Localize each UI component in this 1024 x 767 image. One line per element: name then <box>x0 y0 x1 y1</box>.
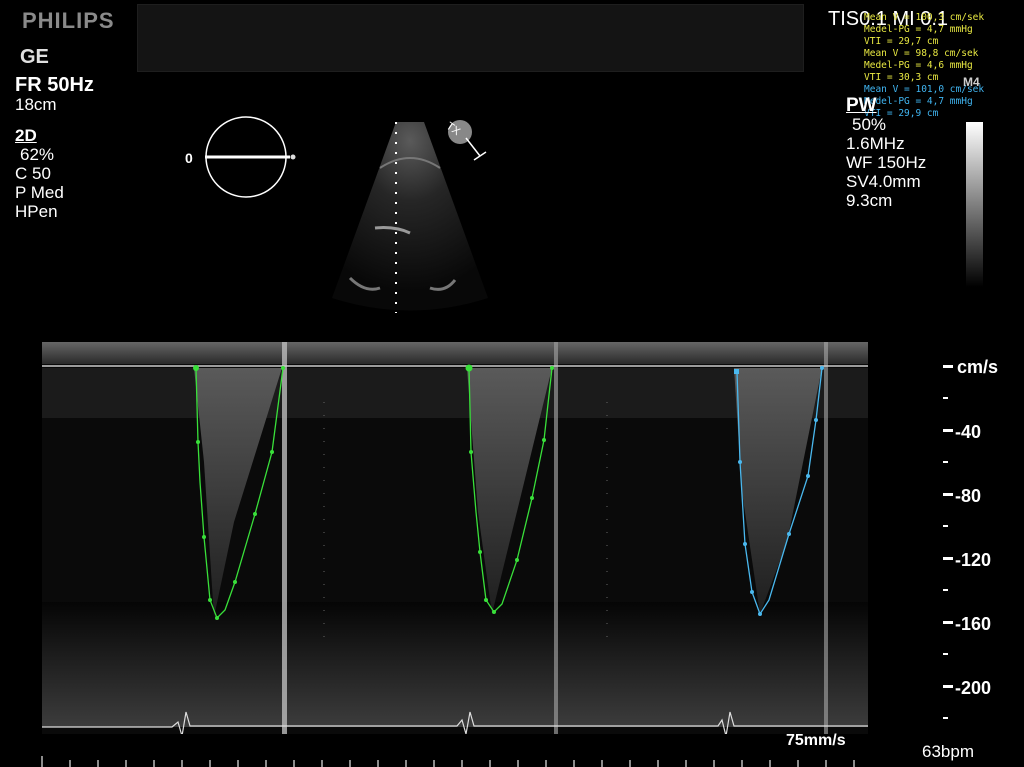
pw-frequency-label: 1.6MHz <box>846 134 905 153</box>
top-info-bar <box>137 4 804 72</box>
gate-depth-label: 9.3cm <box>846 191 893 210</box>
axis-label-200: -200 <box>955 678 991 698</box>
measurement-1-vti: VTI = 29,7 cm <box>864 36 939 47</box>
pw-gain-label: 50% <box>852 115 887 134</box>
wall-filter-label: WF 150Hz <box>846 153 927 172</box>
mode-2d-label: 2D <box>15 126 37 145</box>
left-parameter-panel: FR 50Hz 18cm 2D 62% C 50 P Med HPen <box>15 74 94 221</box>
measurement-1-mean-v: Mean V = 100,3 cm/sek <box>864 12 985 23</box>
harmonic-label: HPen <box>15 202 58 221</box>
axis-label-80: -80 <box>955 486 981 506</box>
axis-label-120: -120 <box>955 550 991 570</box>
measurement-2-mean-v: Mean V = 98,8 cm/sek <box>864 48 979 59</box>
axis-unit-label: cm/s <box>957 357 998 377</box>
probe-orientation-icon: 0 <box>185 116 296 198</box>
gain-2d-label: 62% <box>20 145 55 164</box>
brand-sub-label: GE <box>20 46 49 68</box>
axis-label-40: -40 <box>955 422 981 442</box>
power-label: P Med <box>15 183 64 202</box>
measurement-1-medel-pg: Medel-PG = 4,7 mmHg <box>864 24 973 35</box>
time-tick-scale <box>41 756 855 767</box>
tx-marker-icon: TX <box>444 120 487 161</box>
measurement-3-mean-v: Mean V = 101,0 cm/sek <box>864 84 985 95</box>
measurement-2-medel-pg: Medel-PG = 4,6 mmHg <box>864 60 973 71</box>
axis-label-160: -160 <box>955 614 991 634</box>
doppler-spectrum <box>42 342 868 734</box>
compress-label: C 50 <box>15 164 51 183</box>
sample-volume-label: SV4.0mm <box>846 172 921 191</box>
measurement-2-vti: VTI = 30,3 cm <box>864 72 939 83</box>
mode-pw-label: PW <box>846 95 877 116</box>
brand-logo: PHILIPS <box>22 8 115 33</box>
depth-label: 18cm <box>15 95 57 114</box>
m4-label: M4 <box>963 75 980 89</box>
sweep-speed-label: 75mm/s <box>786 732 846 749</box>
frame-rate-label: FR 50Hz <box>15 74 94 96</box>
right-parameter-panel: PW 50% 1.6MHz WF 150Hz SV4.0mm 9.3cm <box>846 96 926 210</box>
velocity-axis: cm/s -40 -80 -120 -160 -200 <box>943 357 998 719</box>
grayscale-bar <box>966 122 983 287</box>
angle-label: 0 <box>185 150 193 166</box>
